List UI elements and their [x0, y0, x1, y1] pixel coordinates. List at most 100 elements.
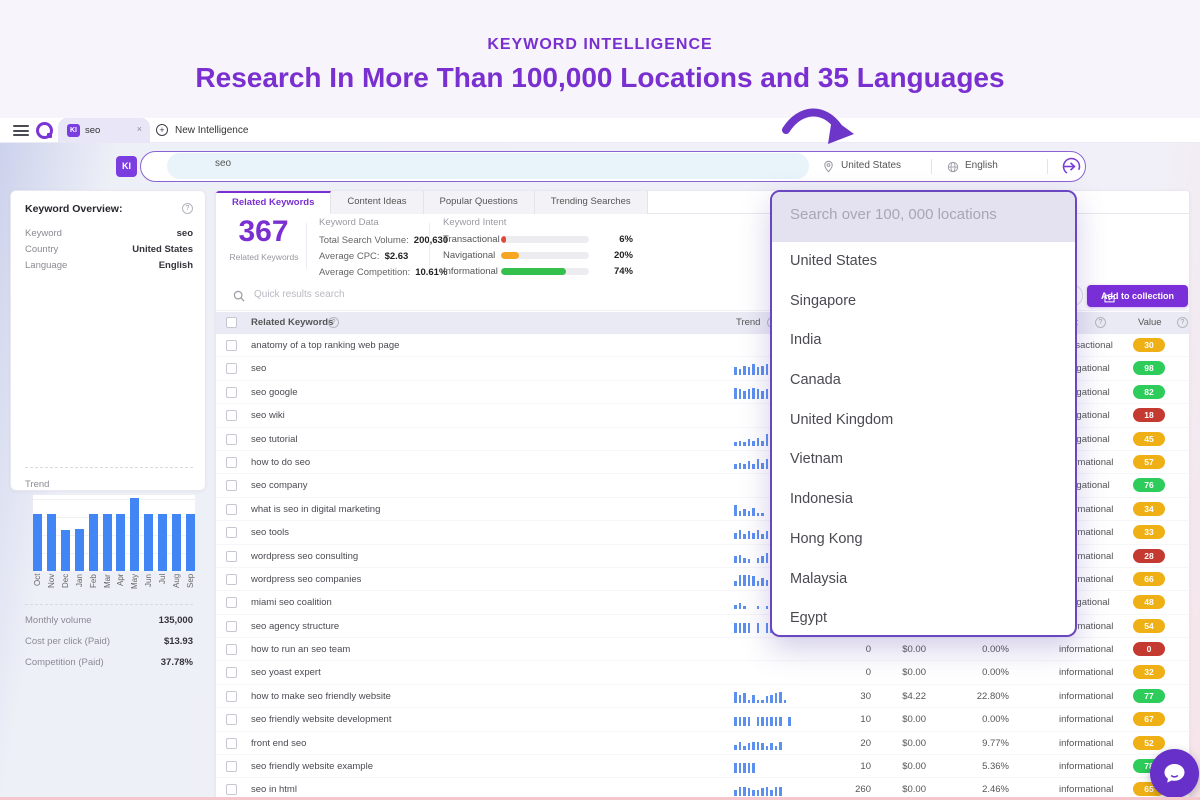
tab-trending-searches[interactable]: Trending Searches	[535, 191, 648, 214]
help-icon[interactable]	[182, 203, 193, 214]
row-keyword: seo friendly website development	[251, 714, 391, 725]
row-checkbox[interactable]	[226, 480, 237, 491]
select-all-checkbox[interactable]	[226, 317, 237, 328]
sparkline-bar	[766, 553, 769, 563]
overview-field-label: Keyword	[25, 228, 62, 239]
row-competition: 0.00%	[964, 667, 1009, 678]
row-checkbox[interactable]	[226, 340, 237, 351]
sparkline-bar	[752, 790, 755, 796]
location-option[interactable]: Canada	[772, 361, 1075, 401]
locations-search-input[interactable]	[790, 206, 1060, 223]
row-checkbox[interactable]	[226, 363, 237, 374]
search-submit-arrow-icon[interactable]	[1061, 156, 1082, 177]
row-checkbox[interactable]	[226, 691, 237, 702]
keyword-intent-bar-fill	[501, 252, 519, 259]
row-checkbox[interactable]	[226, 738, 237, 749]
trend-bar	[186, 514, 195, 571]
divider	[25, 467, 193, 468]
tab-content-ideas[interactable]: Content Ideas	[331, 191, 423, 214]
row-checkbox[interactable]	[226, 574, 237, 585]
keyword-intent-label: Transactional	[443, 234, 501, 245]
location-option[interactable]: Malaysia	[772, 560, 1075, 600]
row-checkbox[interactable]	[226, 714, 237, 725]
help-icon[interactable]	[1095, 317, 1106, 328]
app-logo-icon[interactable]	[36, 122, 53, 139]
divider	[306, 223, 307, 269]
row-cpc: $0.00	[881, 761, 926, 772]
row-checkbox[interactable]	[226, 504, 237, 515]
location-option[interactable]: Egypt	[772, 599, 1075, 637]
row-checkbox[interactable]	[226, 457, 237, 468]
row-checkbox[interactable]	[226, 784, 237, 795]
row-cpc: $0.00	[881, 738, 926, 749]
sparkline-bar	[775, 787, 778, 797]
location-option[interactable]: Vietnam	[772, 440, 1075, 480]
trend-bar	[47, 514, 56, 571]
help-icon[interactable]	[1177, 317, 1188, 328]
row-checkbox[interactable]	[226, 761, 237, 772]
row-checkbox[interactable]	[226, 410, 237, 421]
browser-tab-seo[interactable]: KI seo ×	[58, 118, 150, 143]
table-row[interactable]: seo yoast expert0$0.000.00%informational…	[216, 661, 1189, 684]
table-row[interactable]: front end seo20$0.009.77%informational52	[216, 732, 1189, 755]
sparkline-bar	[775, 746, 778, 749]
row-volume: 20	[816, 738, 871, 749]
help-icon[interactable]	[328, 317, 339, 328]
row-checkbox[interactable]	[226, 387, 237, 398]
keyword-search-input[interactable]	[215, 158, 715, 169]
language-selector[interactable]: English	[965, 160, 998, 188]
sparkline-bar	[752, 364, 755, 375]
row-checkbox[interactable]	[226, 597, 237, 608]
table-row[interactable]: how to make seo friendly website30$4.222…	[216, 685, 1189, 708]
row-cpc: $4.22	[881, 691, 926, 702]
location-selector[interactable]: United States	[841, 160, 901, 188]
sparkline-bar	[739, 763, 742, 773]
chat-widget-button[interactable]	[1150, 749, 1199, 798]
location-option[interactable]: United Kingdom	[772, 401, 1075, 441]
ki-logo-badge: KI	[116, 156, 137, 177]
location-pin-icon	[823, 160, 834, 178]
row-keyword: seo wiki	[251, 410, 285, 421]
row-checkbox[interactable]	[226, 527, 237, 538]
hamburger-menu-icon[interactable]	[13, 125, 29, 136]
sparkline-bar	[743, 623, 746, 633]
location-option[interactable]: India	[772, 321, 1075, 361]
sparkline-bar	[743, 746, 746, 749]
trend-axis-labels: OctNovDecJanFebMarAprMayJunJulAugSep	[33, 574, 195, 598]
trend-bar	[172, 514, 181, 571]
row-keyword: seo company	[251, 480, 308, 491]
location-option[interactable]: United States	[772, 242, 1075, 282]
sparkline-bar	[761, 366, 764, 376]
overview-stat: Monthly volume135,000	[25, 610, 193, 631]
table-row[interactable]: seo friendly website development10$0.000…	[216, 708, 1189, 731]
quick-results-search-input[interactable]	[254, 289, 654, 300]
table-row[interactable]: how to run an seo team0$0.000.00%informa…	[216, 638, 1189, 661]
related-keywords-count-label: Related Keywords	[224, 252, 304, 262]
location-option[interactable]: Singapore	[772, 282, 1075, 322]
location-option[interactable]: Indonesia	[772, 480, 1075, 520]
location-option[interactable]: Hong Kong	[772, 520, 1075, 560]
curved-arrow-annotation	[778, 104, 858, 152]
divider	[931, 159, 932, 174]
row-checkbox[interactable]	[226, 644, 237, 655]
tab-popular-questions[interactable]: Popular Questions	[424, 191, 535, 214]
row-checkbox[interactable]	[226, 434, 237, 445]
close-tab-icon[interactable]: ×	[137, 124, 142, 134]
overview-field-label: Language	[25, 260, 67, 271]
tab-related-keywords[interactable]: Related Keywords	[216, 191, 331, 214]
overview-stats: Monthly volume135,000Cost per click (Pai…	[25, 610, 193, 673]
keyword-intent-row: Navigational20%	[443, 247, 633, 263]
add-to-collection-button[interactable]: Add to collection	[1087, 285, 1188, 307]
table-row[interactable]: seo friendly website example10$0.005.36%…	[216, 755, 1189, 778]
row-checkbox[interactable]	[226, 667, 237, 678]
trend-month-label: Jul	[158, 574, 167, 598]
sparkline-bar	[757, 623, 760, 633]
row-checkbox[interactable]	[226, 621, 237, 632]
sparkline-bar	[770, 743, 773, 749]
sparkline-bar	[734, 763, 737, 773]
row-checkbox[interactable]	[226, 551, 237, 562]
sparkline-bar	[779, 692, 782, 703]
row-cpc: $0.00	[881, 644, 926, 655]
sparkline-bar	[766, 623, 769, 633]
row-value-badge: 57	[1133, 455, 1165, 469]
